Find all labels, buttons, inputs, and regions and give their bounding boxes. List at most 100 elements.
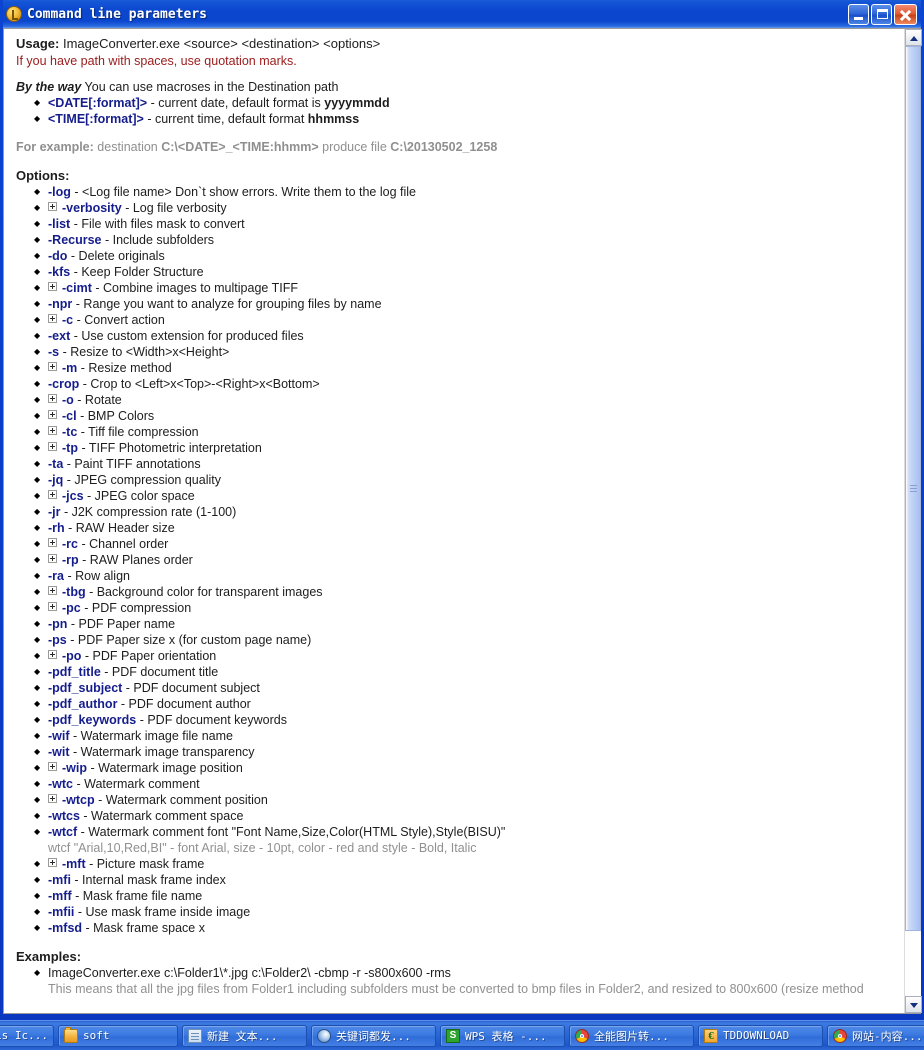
- option-description: - PDF Paper size x (for custom page name…: [66, 633, 312, 647]
- help-document: Usage: ImageConverter.exe <source> <dest…: [4, 29, 904, 1013]
- option-description: - Use custom extension for produced file…: [70, 329, 304, 343]
- option-description: - <Log file name> Don`t show errors. Wri…: [70, 185, 416, 199]
- expand-plus-icon[interactable]: [48, 282, 57, 291]
- title-bar[interactable]: Command line parameters: [3, 0, 921, 28]
- for-example-d: C:\20130502_1258: [390, 140, 498, 154]
- vertical-scrollbar[interactable]: [904, 29, 922, 1013]
- option-description: - JPEG color space: [83, 489, 195, 503]
- option-flag: -kfs: [48, 265, 71, 279]
- expand-plus-icon[interactable]: [48, 394, 57, 403]
- option-item: -rh - RAW Header size: [14, 520, 896, 536]
- expand-plus-icon[interactable]: [48, 650, 57, 659]
- td-icon: €: [704, 1028, 718, 1043]
- option-flag: -tp: [62, 441, 78, 455]
- taskbar-item[interactable]: € TDDOWNLOAD: [698, 1024, 823, 1047]
- expand-plus-icon[interactable]: [48, 362, 57, 371]
- option-description: - Combine images to multipage TIFF: [91, 281, 298, 295]
- minimize-button[interactable]: [848, 3, 869, 25]
- expand-plus-icon[interactable]: [48, 794, 57, 803]
- wps-icon: S: [446, 1028, 460, 1043]
- taskbar-item[interactable]: soft: [58, 1024, 178, 1047]
- option-item: -do - Delete originals: [14, 248, 896, 264]
- taskbar-item[interactable]: 新建 文本...: [182, 1024, 307, 1047]
- expand-plus-icon[interactable]: [48, 490, 57, 499]
- maximize-button[interactable]: [871, 3, 892, 25]
- expand-plus-icon[interactable]: [48, 202, 57, 211]
- option-item: -log - <Log file name> Don`t show errors…: [14, 184, 896, 200]
- option-description: - Resize method: [77, 361, 172, 375]
- option-description: - JPEG compression quality: [63, 473, 221, 487]
- expand-plus-icon[interactable]: [48, 426, 57, 435]
- option-flag: -jq: [48, 473, 64, 487]
- option-flag: -po: [62, 649, 82, 663]
- option-flag: -rp: [62, 553, 79, 567]
- option-item: -crop - Crop to <Left>x<Top>-<Right>x<Bo…: [14, 376, 896, 392]
- macro-description: - current date, default format is: [147, 96, 325, 110]
- scroll-down-button[interactable]: [905, 996, 922, 1013]
- quotation-note: If you have path with spaces, use quotat…: [16, 54, 297, 68]
- scroll-up-button[interactable]: [905, 29, 922, 46]
- option-flag: -pdf_keywords: [48, 713, 137, 727]
- option-description: - Watermark image transparency: [69, 745, 255, 759]
- chrome-icon: [833, 1028, 847, 1043]
- macro-item: <DATE[:format]> - current date, default …: [14, 95, 896, 111]
- usage-text: ImageConverter.exe <source> <destination…: [59, 36, 381, 51]
- option-flag: -o: [62, 393, 74, 407]
- taskbar-item[interactable]: S WPS 表格 -...: [440, 1024, 565, 1047]
- examples-heading: Examples:: [16, 949, 82, 964]
- option-description: - J2K compression rate (1-100): [60, 505, 237, 519]
- option-flag: -wit: [48, 745, 70, 759]
- option-description: - TIFF Photometric interpretation: [77, 441, 262, 455]
- option-description: - RAW Header size: [64, 521, 175, 535]
- option-description: - Watermark image file name: [69, 729, 234, 743]
- option-description: - Include subfolders: [101, 233, 215, 247]
- taskbar-item[interactable]: 关键词都发...: [311, 1024, 436, 1047]
- taskbar-item-label: 网站-内容...: [852, 1029, 923, 1043]
- options-heading: Options:: [16, 168, 70, 183]
- expand-plus-icon[interactable]: [48, 602, 57, 611]
- minimize-icon: [854, 16, 863, 20]
- expand-plus-icon[interactable]: [48, 586, 57, 595]
- option-description: - Rotate: [73, 393, 122, 407]
- scroll-down-icon: [910, 1003, 918, 1008]
- option-description: - PDF document keywords: [136, 713, 287, 727]
- taskbar-buttons-strip: is Ic... soft 新建 文本... 关键词都发... S WPS 表格 -...…: [0, 1020, 924, 1050]
- option-item: -wtcf - Watermark comment font "Font Nam…: [14, 824, 896, 840]
- option-flag: -pdf_title: [48, 665, 101, 679]
- expand-plus-icon[interactable]: [48, 538, 57, 547]
- scrollbar-thumb[interactable]: [905, 46, 921, 931]
- option-flag: -ta: [48, 457, 64, 471]
- option-description: - PDF document title: [100, 665, 219, 679]
- scrollbar-track[interactable]: [905, 46, 921, 996]
- expand-plus-icon[interactable]: [48, 442, 57, 451]
- close-button[interactable]: [894, 3, 917, 25]
- expand-plus-icon[interactable]: [48, 554, 57, 563]
- option-item: -ta - Paint TIFF annotations: [14, 456, 896, 472]
- option-description: - Watermark image position: [87, 761, 243, 775]
- expand-plus-icon[interactable]: [48, 410, 57, 419]
- option-description: - BMP Colors: [76, 409, 155, 423]
- option-item: -pdf_title - PDF document title: [14, 664, 896, 680]
- option-item: -ps - PDF Paper size x (for custom page …: [14, 632, 896, 648]
- chrome-icon: [575, 1028, 589, 1043]
- option-item: -wtcs - Watermark comment space: [14, 808, 896, 824]
- option-item: -cl - BMP Colors: [14, 408, 896, 424]
- option-item: -tp - TIFF Photometric interpretation: [14, 440, 896, 456]
- option-description: - PDF Paper name: [67, 617, 176, 631]
- expand-plus-icon[interactable]: [48, 858, 57, 867]
- macro-description: - current time, default format: [143, 112, 308, 126]
- option-item: -pdf_keywords - PDF document keywords: [14, 712, 896, 728]
- option-item: -Recurse - Include subfolders: [14, 232, 896, 248]
- option-flag: -wip: [62, 761, 87, 775]
- option-item: -wif - Watermark image file name: [14, 728, 896, 744]
- taskbar-item[interactable]: 网站-内容...: [827, 1024, 924, 1047]
- taskbar-item[interactable]: 全能图片转...: [569, 1024, 694, 1047]
- option-item: -jcs - JPEG color space: [14, 488, 896, 504]
- expand-plus-icon[interactable]: [48, 314, 57, 323]
- taskbar-item[interactable]: is Ic...: [0, 1024, 54, 1047]
- option-description: - File with files mask to convert: [70, 217, 245, 231]
- expand-plus-icon[interactable]: [48, 762, 57, 771]
- example-note: This means that all the jpg files from F…: [48, 982, 864, 996]
- option-flag: -mff: [48, 889, 72, 903]
- for-example-label: For example:: [16, 140, 94, 154]
